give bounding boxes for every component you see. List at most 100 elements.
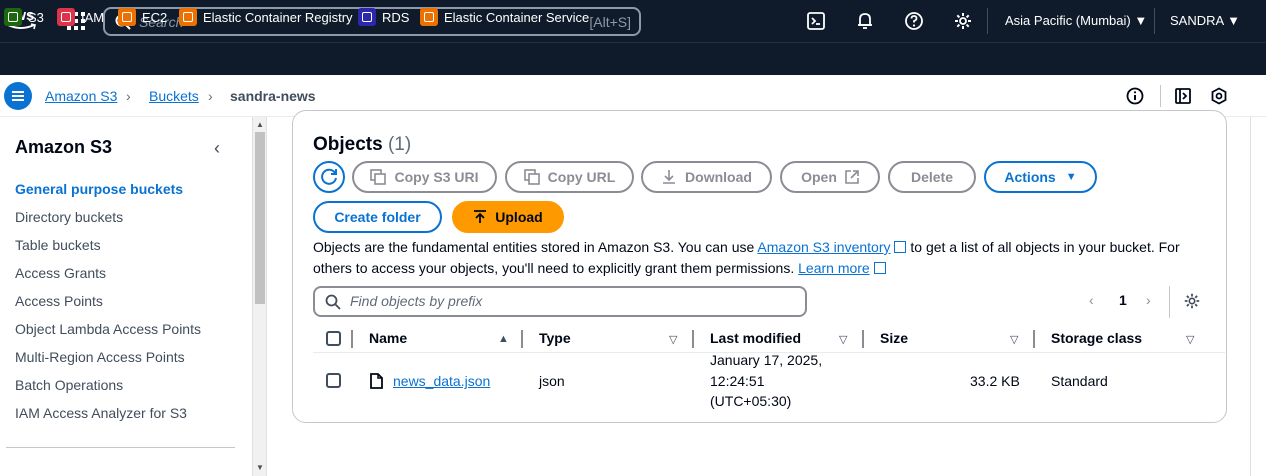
learn-more-link[interactable]: Learn more	[798, 260, 870, 276]
delete-label: Delete	[910, 169, 954, 185]
favorite-iam[interactable]: IAM	[57, 8, 104, 26]
sidebar-item-general-purpose-buckets[interactable]: General purpose buckets	[15, 181, 183, 197]
object-last-modified-timezone: (UTC+05:30)	[710, 393, 792, 409]
sidebar-item-table-buckets[interactable]: Table buckets	[15, 237, 101, 253]
object-last-modified-date: January 17, 2025,	[710, 352, 823, 368]
object-size: 33.2 KB	[970, 373, 1020, 389]
delete-button[interactable]: Delete	[888, 161, 976, 193]
caret-down-icon: ▼	[1227, 13, 1240, 28]
breadcrumb-current: sandra-news	[230, 88, 316, 104]
scroll-up-arrow-icon[interactable]: ▲	[256, 120, 264, 129]
ecr-service-icon	[179, 8, 197, 26]
objects-description: Objects are the fundamental entities sto…	[313, 237, 1213, 279]
download-label: Download	[685, 169, 752, 185]
feedback-hex-icon[interactable]	[1210, 87, 1228, 105]
column-header-size[interactable]: Size	[880, 330, 908, 346]
sidebar-item-access-points[interactable]: Access Points	[15, 293, 103, 309]
favorite-label: RDS	[382, 9, 410, 25]
breadcrumb-amazon-s3[interactable]: Amazon S3	[45, 88, 117, 104]
copy-url-button[interactable]: Copy URL	[505, 161, 634, 193]
rds-service-icon	[358, 8, 376, 26]
copy-icon	[370, 169, 387, 185]
refresh-button[interactable]	[313, 161, 345, 193]
sort-icon[interactable]: ▽	[1186, 333, 1194, 346]
navigation-menu-button[interactable]	[4, 82, 32, 110]
region-label: Asia Pacific (Mumbai)	[1005, 13, 1131, 28]
split-panel-icon[interactable]	[1174, 87, 1192, 105]
copy-s3-uri-label: Copy S3 URI	[394, 169, 479, 185]
actions-dropdown[interactable]: Actions ▼	[984, 161, 1097, 193]
divider	[1160, 85, 1161, 107]
column-header-storage-class[interactable]: Storage class	[1051, 330, 1142, 346]
column-divider	[1033, 330, 1035, 348]
create-folder-label: Create folder	[334, 209, 421, 225]
favorite-ecs[interactable]: Elastic Container Service	[420, 8, 589, 26]
favorite-s3[interactable]: S3	[4, 8, 44, 26]
column-divider	[692, 330, 694, 348]
help-icon[interactable]	[904, 11, 924, 31]
collapse-sidebar-chevron-icon[interactable]: ‹	[214, 138, 220, 159]
divider	[1154, 8, 1155, 34]
sidebar-scrollbar[interactable]: ▲ ▼	[252, 117, 267, 476]
account-menu[interactable]: SANDRA ▼	[1170, 13, 1240, 28]
chevron-right-icon: ›	[208, 88, 213, 104]
favorite-ec2[interactable]: EC2	[118, 8, 167, 26]
scroll-down-arrow-icon[interactable]: ▼	[256, 463, 264, 472]
scrollbar-thumb[interactable]	[255, 132, 265, 304]
sort-ascending-icon[interactable]: ▲	[498, 333, 509, 345]
column-header-name[interactable]: Name	[369, 330, 407, 346]
region-selector[interactable]: Asia Pacific (Mumbai) ▼	[1005, 13, 1147, 28]
object-storage-class: Standard	[1051, 373, 1108, 389]
select-all-checkbox[interactable]	[326, 331, 341, 346]
s3-inventory-link[interactable]: Amazon S3 inventory	[757, 239, 890, 255]
create-folder-button[interactable]: Create folder	[313, 201, 442, 233]
previous-page-chevron-icon[interactable]: ‹	[1089, 292, 1094, 308]
download-icon	[661, 169, 677, 185]
notifications-bell-icon[interactable]	[855, 11, 875, 31]
column-header-type[interactable]: Type	[539, 330, 571, 346]
sidebar-item-access-grants[interactable]: Access Grants	[15, 265, 106, 281]
breadcrumb-buckets[interactable]: Buckets	[149, 88, 199, 104]
download-button[interactable]: Download	[641, 161, 772, 193]
open-label: Open	[801, 169, 837, 185]
favorite-rds[interactable]: RDS	[358, 8, 409, 26]
settings-gear-icon[interactable]	[953, 11, 973, 31]
sort-icon[interactable]: ▽	[1010, 333, 1018, 346]
row-select-checkbox[interactable]	[326, 373, 341, 388]
favorite-label: Elastic Container Service	[444, 9, 590, 25]
page-number[interactable]: 1	[1119, 292, 1127, 308]
sidebar-item-batch-operations[interactable]: Batch Operations	[15, 377, 123, 393]
sidebar-item-multi-region-access-points[interactable]: Multi-Region Access Points	[15, 349, 185, 365]
file-icon	[370, 373, 383, 389]
object-name-link[interactable]: news_data.json	[393, 373, 490, 389]
copy-s3-uri-button[interactable]: Copy S3 URI	[352, 161, 497, 193]
object-type: json	[539, 373, 565, 389]
find-objects-input[interactable]: Find objects by prefix	[313, 286, 807, 317]
description-text: Objects are the fundamental entities sto…	[313, 239, 758, 255]
iam-service-icon	[57, 8, 75, 26]
info-icon[interactable]	[1126, 87, 1144, 105]
favorite-label: Elastic Container Registry	[203, 9, 353, 25]
favorite-label: S3	[28, 9, 44, 25]
column-header-last-modified[interactable]: Last modified	[710, 330, 801, 346]
external-link-icon	[894, 241, 907, 253]
sort-icon[interactable]: ▽	[669, 333, 677, 346]
sidebar-item-object-lambda-access-points[interactable]: Object Lambda Access Points	[15, 321, 201, 337]
next-page-chevron-icon[interactable]: ›	[1146, 292, 1151, 308]
favorites-bar	[0, 42, 1266, 75]
user-label: SANDRA	[1170, 13, 1224, 28]
favorite-ecr[interactable]: Elastic Container Registry	[179, 8, 353, 26]
main-scrollbar[interactable]	[1250, 117, 1266, 476]
cloudshell-icon[interactable]	[806, 11, 826, 31]
objects-count: (1)	[387, 134, 412, 155]
open-button[interactable]: Open	[780, 161, 880, 193]
sidebar-item-directory-buckets[interactable]: Directory buckets	[15, 209, 123, 225]
sidebar-item-iam-access-analyzer[interactable]: IAM Access Analyzer for S3	[15, 405, 187, 421]
objects-title: Objects	[313, 134, 383, 155]
copy-icon	[523, 169, 540, 185]
caret-down-icon: ▼	[1134, 13, 1148, 28]
sort-icon[interactable]: ▽	[839, 333, 847, 346]
upload-button[interactable]: Upload	[452, 201, 564, 233]
ecs-service-icon	[420, 8, 438, 26]
table-preferences-gear-icon[interactable]	[1183, 292, 1201, 310]
